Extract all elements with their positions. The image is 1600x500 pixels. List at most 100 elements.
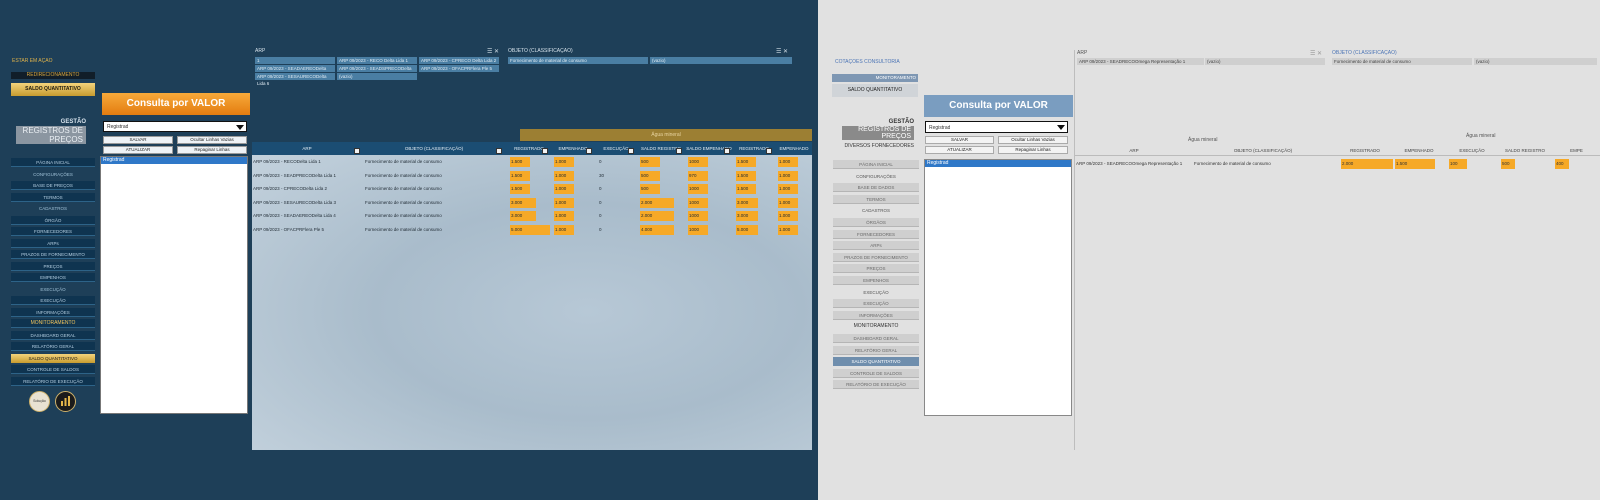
sidebar-item[interactable]: ARPs xyxy=(11,238,95,248)
arp-filter-chip[interactable]: ARP 09/2023 - SESAURECODelta Lida 6 xyxy=(255,73,335,86)
table-row[interactable]: ARP 09/2023 - OFACPRFlera Ple 5 Fornecime… xyxy=(252,225,812,235)
objeto-filter-chip-empty[interactable]: (vazio) xyxy=(1474,58,1597,65)
sidebar-item[interactable]: EXECUÇÃO xyxy=(11,296,95,305)
table-row[interactable]: ARP 09/2023 - SEADRECOOmega Representaçã… xyxy=(1075,159,1600,169)
arp-filter-chip[interactable]: ARP 09/2023 - SEADSPRECODelta Lida 5 xyxy=(337,65,417,78)
table-row[interactable]: ARP 09/2023 - SEADPRECODelta Lida 1 Forne… xyxy=(252,170,812,181)
logo-registros: REGISTROS DE PREÇOS xyxy=(842,126,914,140)
sidebar-item[interactable]: DASHBOARD GERAL xyxy=(11,330,95,340)
sidebar-item[interactable]: INFORMAÇÕES xyxy=(833,310,919,320)
solucao-logo-icon[interactable]: Solução xyxy=(29,391,50,412)
sidebar-item[interactable]: PRAZOS DE FORNECIMENTO xyxy=(11,250,95,259)
sidebar-item[interactable]: MONITORAMENTO xyxy=(11,319,95,328)
filter-dropdown-icon[interactable] xyxy=(676,148,682,154)
bar-chart-icon[interactable] xyxy=(55,391,76,412)
sidebar-item[interactable]: TERMOS xyxy=(11,192,95,202)
sidebar-item[interactable]: RELATÓRIO GERAL xyxy=(11,342,95,351)
chevron-down-icon[interactable] xyxy=(1057,125,1065,130)
atualizar-button[interactable]: ATUALIZAR xyxy=(103,146,173,154)
filter-clear-icon[interactable]: ☰ ✕ xyxy=(1310,50,1322,57)
ocultar-linhas-button[interactable]: Ocultar Linhas Vazias xyxy=(177,136,247,144)
sidebar-item[interactable]: PÁGINA INICIAL xyxy=(11,158,95,167)
status-select[interactable]: Registrad xyxy=(103,121,247,132)
arp-filter-chip[interactable]: 1 xyxy=(255,57,335,64)
column-header[interactable]: EMPENHADO xyxy=(1393,144,1445,156)
monitoramento-button[interactable]: MONITORAMENTO xyxy=(832,74,918,82)
filter-clear-icon[interactable]: ☰ ✕ xyxy=(487,48,499,55)
sidebar-item[interactable]: CONTROLE DE SALDOS xyxy=(833,368,919,378)
table-row[interactable]: ARP 09/2023 - SESAURECODelta Lida 3 Forne… xyxy=(252,197,812,208)
sidebar-item[interactable]: RELATÓRIO DE EXECUÇÃO xyxy=(11,376,95,386)
table-row[interactable]: ARP 09/2023 - RECODelta Lida 1 Fornecimen… xyxy=(252,157,812,167)
filter-dropdown-icon[interactable] xyxy=(586,148,592,154)
sidebar-item[interactable]: PÁGINA INICIAL xyxy=(833,160,919,169)
sidebar-item[interactable]: MONITORAMENTO xyxy=(833,322,919,331)
sidebar-item[interactable]: FORNECEDORES xyxy=(11,227,95,236)
table-row[interactable]: ARP 09/2023 - CPRECODelta Lida 2 Fornecim… xyxy=(252,184,812,195)
objeto-filter-chip[interactable]: Fornecimento de material de consumo xyxy=(508,57,648,64)
sidebar-item[interactable]: FORNECEDORES xyxy=(833,229,919,239)
objeto-filter-chip-empty[interactable]: (vazio) xyxy=(650,57,792,64)
arp-filter-chip[interactable]: ARP 09/2023 - SEADRECOOmega Representaçã… xyxy=(1077,58,1204,65)
sidebar-item[interactable]: PRAZOS DE FORNECIMENTO xyxy=(833,252,919,262)
redirect-label[interactable]: REDIRECIONAMENTO xyxy=(11,72,95,79)
sidebar-item[interactable]: BASE DE PREÇOS xyxy=(11,181,95,190)
sidebar-item[interactable]: RELATÓRIO DE EXECUÇÃO xyxy=(833,380,919,390)
sidebar-item[interactable]: ARPs xyxy=(833,241,919,251)
arp-filter-chip[interactable]: ARP 09/2023 - SEADAEREODelta Lida 4 xyxy=(255,65,335,78)
arp-filter-chip[interactable]: ARP 09/2023 - OFACPRFlera Ple 5 xyxy=(419,65,499,72)
status-select[interactable]: Registrad xyxy=(925,121,1068,133)
sidebar-item[interactable]: SALDO QUANTITATIVO xyxy=(11,353,95,363)
arp-filter-chip[interactable]: ARP 09/2023 - CPRECO Delta Lida 2 xyxy=(419,57,499,64)
status-list[interactable]: Registrad xyxy=(100,156,248,414)
column-header[interactable]: EMPENHADO xyxy=(776,142,812,155)
sidebar-item[interactable]: PREÇOS xyxy=(11,261,95,271)
repaginar-button[interactable]: Repaginar Linhas xyxy=(998,146,1068,154)
sidebar-item[interactable]: INFORMAÇÕES xyxy=(11,307,95,317)
agua-mineral-label: Água mineral xyxy=(1188,137,1218,143)
salvar-button[interactable]: SALVAR xyxy=(103,136,173,144)
repaginar-button[interactable]: Repaginar Linhas xyxy=(177,146,247,154)
sidebar-item[interactable]: ÓRGÃOS xyxy=(833,217,919,227)
column-header[interactable]: EXECUÇÃO xyxy=(1447,144,1497,156)
column-header[interactable]: OBJETO (CLASSIFICAÇÃO) xyxy=(1193,144,1333,156)
atualizar-button[interactable]: ATUALIZAR xyxy=(925,146,994,154)
sidebar-item[interactable]: PREÇOS xyxy=(833,264,919,274)
saldo-quantitativo-button[interactable]: SALDO QUANTITATIVO xyxy=(832,84,918,97)
column-header[interactable]: REGISTRADO xyxy=(1339,144,1391,156)
filter-dropdown-icon[interactable] xyxy=(724,148,730,154)
column-header[interactable]: SALDO REGISTRO xyxy=(1499,144,1551,156)
column-header[interactable]: EMPE xyxy=(1553,144,1600,156)
sidebar-item[interactable]: ÓRGÃO xyxy=(11,215,95,225)
table-row[interactable]: ARP 09/2023 - SEADAEREODelta Lida 4 Forne… xyxy=(252,211,812,222)
filter-dropdown-icon[interactable] xyxy=(766,148,772,154)
sidebar-item[interactable]: RELATÓRIO GERAL xyxy=(833,345,919,355)
filter-dropdown-icon[interactable] xyxy=(496,148,502,154)
filter-dropdown-icon[interactable] xyxy=(542,148,548,154)
sidebar-item[interactable]: BASE DE DADOS xyxy=(833,183,919,193)
sidebar-item[interactable]: EMPENHOS xyxy=(11,273,95,282)
list-item-selected[interactable]: Registrad xyxy=(101,157,247,164)
filter-dropdown-icon[interactable] xyxy=(628,148,634,154)
arp-filter-chip-empty[interactable]: (vazio) xyxy=(1205,58,1325,65)
sidebar-item[interactable]: DASHBOARD GERAL xyxy=(833,333,919,343)
sidebar-item[interactable]: SALDO QUANTITATIVO xyxy=(833,357,919,367)
salvar-button[interactable]: SALVAR xyxy=(925,136,994,144)
arp-filter-chip[interactable]: ARP 09/2023 - RECO Delta Lida 1 xyxy=(337,57,417,64)
filter-dropdown-icon[interactable] xyxy=(354,148,360,154)
ocultar-linhas-button[interactable]: Ocultar Linhas Vazias xyxy=(998,136,1068,144)
list-item-selected[interactable]: Registrad xyxy=(925,160,1071,167)
chevron-down-icon[interactable] xyxy=(236,125,244,130)
saldo-quantitativo-button[interactable]: SALDO QUANTITATIVO xyxy=(11,83,95,96)
column-header[interactable]: OBJETO (CLASSIFICAÇÃO) xyxy=(364,142,504,155)
arp-filter-chip[interactable]: (vazio) xyxy=(337,73,417,80)
objeto-filter-chip[interactable]: Fornecimento de material de consumo xyxy=(1332,58,1472,65)
status-list[interactable]: Registrad xyxy=(924,159,1072,416)
filter-clear-icon[interactable]: ☰ ✕ xyxy=(776,48,788,55)
column-header[interactable]: ARP xyxy=(252,142,362,155)
column-header[interactable]: ARP xyxy=(1075,144,1193,156)
sidebar-item[interactable]: EXECUÇÃO xyxy=(833,299,919,309)
sidebar-item[interactable]: EMPENHOS xyxy=(833,275,919,285)
sidebar-item[interactable]: CONTROLE DE SALDOS xyxy=(11,365,95,374)
sidebar-item[interactable]: TERMOS xyxy=(833,194,919,204)
